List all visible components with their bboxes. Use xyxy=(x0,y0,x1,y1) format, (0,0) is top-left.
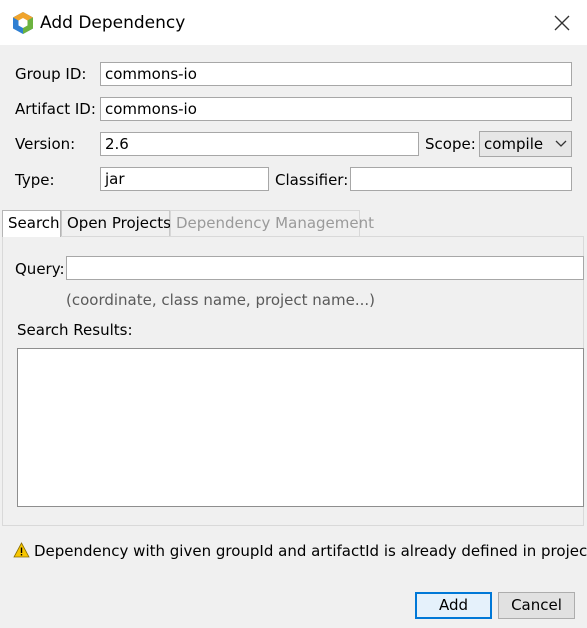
close-icon[interactable] xyxy=(548,10,576,36)
search-results-list[interactable] xyxy=(17,348,584,507)
artifact-id-field[interactable]: commons-io xyxy=(100,97,572,121)
classifier-field[interactable] xyxy=(350,167,572,191)
chevron-down-icon xyxy=(555,140,567,147)
warning-message: Dependency with given groupId and artifa… xyxy=(34,542,587,560)
query-input[interactable] xyxy=(66,256,584,280)
version-label: Version: xyxy=(15,135,76,153)
tab-search[interactable]: Search xyxy=(2,210,61,237)
type-label: Type: xyxy=(15,171,55,189)
group-id-label: Group ID: xyxy=(15,65,87,83)
window-title: Add Dependency xyxy=(40,13,186,33)
tab-dependency-management: Dependency Management xyxy=(170,210,374,236)
type-field[interactable]: jar xyxy=(100,167,269,191)
cancel-button[interactable]: Cancel xyxy=(498,592,575,619)
query-label: Query: xyxy=(15,260,65,278)
scope-value: compile xyxy=(484,135,544,153)
tab-open-projects[interactable]: Open Projects xyxy=(61,210,171,236)
add-button[interactable]: Add xyxy=(415,592,492,619)
scope-label: Scope: xyxy=(425,135,476,153)
title-bar: Add Dependency xyxy=(0,0,587,45)
warning-icon xyxy=(13,542,30,558)
group-id-field[interactable]: commons-io xyxy=(100,62,572,86)
netbeans-logo-icon xyxy=(13,12,33,34)
query-hint: (coordinate, class name, project name...… xyxy=(66,291,375,309)
search-results-label: Search Results: xyxy=(17,321,133,339)
classifier-label: Classifier: xyxy=(275,171,349,189)
version-field[interactable]: 2.6 xyxy=(100,132,419,156)
scope-select[interactable]: compile xyxy=(479,131,572,157)
artifact-id-label: Artifact ID: xyxy=(15,100,96,118)
